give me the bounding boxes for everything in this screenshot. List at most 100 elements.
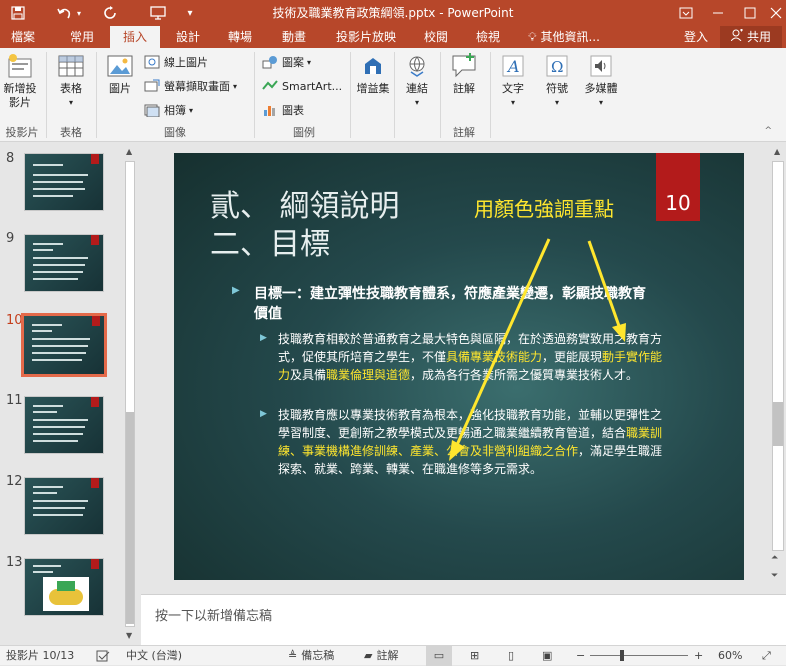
tab-view[interactable]: 檢視 [466,26,510,48]
notes-placeholder[interactable]: 按一下以新增備忘稿 [155,605,272,624]
picture-button[interactable]: 圖片 [102,52,138,96]
tab-home[interactable]: 常用 [58,26,106,48]
zoom-slider-thumb[interactable] [620,650,624,661]
group-label-slides: 投影片 [5,126,39,139]
tab-design[interactable]: 設計 [164,26,212,48]
slide-number-label: 13 [6,555,23,570]
chart-button[interactable]: 圖表 [262,100,304,120]
group-separator [350,52,351,138]
picture-label: 圖片 [109,82,131,95]
tell-me-label: 其他資訊... [540,30,600,44]
slide-number-label: 8 [6,151,15,166]
photo-album-button[interactable]: 相簿 ▾ [144,100,193,120]
addins-button[interactable]: 增益集 [354,52,392,96]
notes-toggle[interactable]: ≜ 備忘稿 [288,646,334,666]
scroll-up-icon[interactable]: ▲ [774,147,780,156]
minimize-icon[interactable] [704,0,732,26]
comment-icon: ▰ [364,649,373,662]
signin-button[interactable]: 登入 [676,26,716,48]
tab-animations[interactable]: 動畫 [270,26,318,48]
addins-icon [359,52,387,80]
reading-view-icon[interactable]: ▯ [508,646,514,666]
text-button[interactable]: A 文字 ▾ [494,52,532,110]
chart-icon [262,102,278,118]
status-bar: 投影片 10/13 中文 (台灣) ≜ 備忘稿 ▰ 註解 ▭ ⊞ ▯ ▣ − + 6… [0,645,786,666]
links-label: 連結 [406,82,428,95]
fit-to-window-icon[interactable]: ⤢ [762,646,771,666]
table-button[interactable]: 表格 ▾ [50,52,92,110]
zoom-out-icon[interactable]: − [576,646,585,666]
scroll-thumb[interactable] [126,412,134,624]
chevron-down-icon: ▾ [554,98,559,107]
title-bar: ▾ ▾ 技術及職業教育政策綱領.pptx - PowerPoint [0,0,786,26]
language-indicator[interactable]: 中文 (台灣) [126,646,182,666]
slide-sorter-icon[interactable]: ⊞ [470,646,479,666]
slide-thumbnail[interactable] [24,477,104,535]
slide-thumbnail[interactable] [24,396,104,454]
online-pictures-icon [144,54,160,70]
previous-slide-icon[interactable]: ⏶ [771,553,778,563]
tab-transitions[interactable]: 轉場 [216,26,264,48]
photo-album-label: 相簿 [164,104,186,117]
text-icon: A [499,52,527,80]
table-icon [57,52,85,80]
scroll-up-icon[interactable]: ▲ [126,147,132,156]
scroll-thumb[interactable] [773,402,783,446]
slideshow-view-icon[interactable]: ▣ [542,646,552,666]
share-button[interactable]: 共用 [720,26,782,48]
ribbon-display-icon[interactable] [672,0,700,26]
thumbnail-scrollbar[interactable]: ▲ ▼ [123,143,137,645]
slide-scrollbar[interactable]: ▲ ⏶ ⏷ [769,143,786,593]
symbols-button[interactable]: Ω 符號 ▾ [538,52,576,110]
chevron-down-icon: ▾ [307,57,312,67]
tab-insert[interactable]: 插入 [110,26,160,48]
comment-button[interactable]: 註解 [444,52,484,96]
group-separator [490,52,491,138]
smartart-button[interactable]: SmartArt... [262,76,342,96]
slide-number-label: 12 [6,474,23,489]
text-label: 文字 [502,82,524,95]
zoom-in-icon[interactable]: + [694,646,703,666]
zoom-level[interactable]: 60% [718,646,742,666]
slide-canvas[interactable]: 貳、 綱領說明 二、目標 10 用顏色強調重點 ▶ 目標一：建立彈性技職教育體系… [174,153,744,580]
scroll-track[interactable] [772,161,784,551]
new-slide-button[interactable]: 新增投影片 [0,52,42,110]
slide-thumbnail-pane: 8 9 10 11 12 13 [0,143,140,645]
group-separator [394,52,395,138]
close-icon[interactable] [762,0,786,26]
symbols-label: 符號 [546,82,568,95]
group-separator [46,52,47,138]
notes-icon: ≜ [288,649,298,662]
chevron-down-icon: ▾ [510,98,515,107]
scroll-down-icon[interactable]: ▼ [126,631,132,640]
screenshot-button[interactable]: 螢幕擷取畫面 ▾ [144,76,237,96]
normal-view-icon[interactable]: ▭ [426,646,452,666]
slide-thumbnail-selected[interactable] [21,313,107,377]
notes-label: 備忘稿 [301,649,335,662]
shapes-icon [262,54,278,70]
slide-number-label: 9 [6,231,15,246]
spellcheck-icon[interactable] [96,646,110,666]
collapse-ribbon-icon[interactable]: ^ [764,126,772,136]
group-separator [96,52,97,138]
tell-me-box[interactable]: 💡︎ 其他資訊... [518,26,610,48]
next-slide-icon[interactable]: ⏷ [771,571,778,581]
comment-label: 註解 [453,82,475,95]
online-pictures-button[interactable]: 線上圖片 [144,52,208,72]
tab-review[interactable]: 校閱 [414,26,458,48]
media-button[interactable]: 多媒體 ▾ [580,52,622,110]
slide-thumbnail[interactable] [24,234,104,292]
comment-icon [450,52,478,80]
maximize-icon[interactable] [736,0,764,26]
shapes-button[interactable]: 圖案 ▾ [262,52,311,72]
notes-pane[interactable]: 按一下以新增備忘稿 [141,594,786,645]
slide-thumbnail[interactable] [24,153,104,211]
zoom-slider[interactable] [590,650,688,661]
scroll-track[interactable] [125,161,135,627]
slide-thumbnail[interactable] [24,558,104,616]
tab-file[interactable]: 檔案 [0,26,46,48]
tab-slideshow[interactable]: 投影片放映 [328,26,404,48]
group-label-comments: 註解 [453,126,475,139]
comments-toggle[interactable]: ▰ 註解 [364,646,398,666]
links-button[interactable]: 連結 ▾ [398,52,436,110]
